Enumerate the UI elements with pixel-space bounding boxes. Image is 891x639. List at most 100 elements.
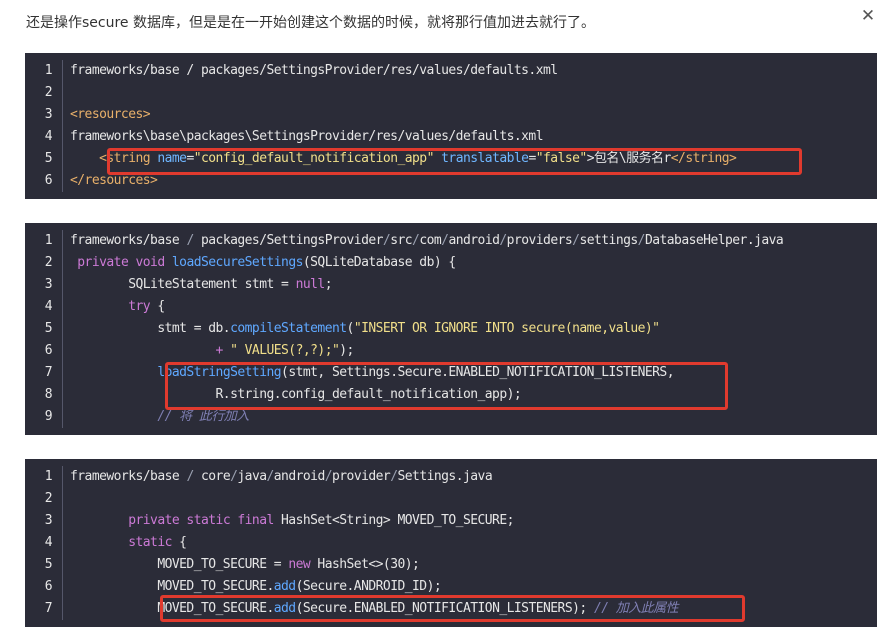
code-token: core <box>193 469 231 484</box>
code-line: 5 MOVED_TO_SECURE = new HashSet<>(30); <box>25 554 877 576</box>
code-token: / <box>637 233 646 248</box>
code-token: new <box>288 557 318 572</box>
code-token: (Secure.ANDROID_ID); <box>295 579 442 594</box>
code-token: compileStatement <box>230 321 347 336</box>
code-token: android <box>448 233 500 248</box>
code-line: 4 try { <box>25 296 877 318</box>
code-token: frameworks/base <box>70 233 187 248</box>
line-number: 5 <box>25 554 63 576</box>
code-line: 5 stmt = db.compileStatement("INSERT OR … <box>25 318 877 340</box>
line-number: 7 <box>25 598 63 620</box>
code-token: frameworks/base / packages/SettingsProvi… <box>70 63 558 78</box>
code-line: 6 + " VALUES(?,?);"); <box>25 340 877 362</box>
code-token: add <box>273 579 296 594</box>
line-number: 5 <box>25 148 63 170</box>
code-token: android <box>273 469 325 484</box>
code-token: / <box>266 469 275 484</box>
line-number: 4 <box>25 296 63 318</box>
intro-text: 还是操作secure 数据库，但是是在一开始创建这个数据的时候，就将那行值加进去… <box>26 15 595 31</box>
code-token: HashSet<>(30); <box>317 557 420 572</box>
line-number: 3 <box>25 510 63 532</box>
line-number: 1 <box>25 466 63 488</box>
code-token: MOVED_TO_SECURE. <box>70 579 274 594</box>
code-token: try <box>128 299 151 314</box>
line-number: 2 <box>25 82 63 104</box>
close-icon[interactable]: ✕ <box>859 7 877 25</box>
code-token: <resources> <box>70 107 151 122</box>
code-block-settings-java: 1 frameworks/base / core/java/android/pro… <box>25 459 877 627</box>
code-token: packages/SettingsProvider <box>193 233 383 248</box>
code-token: { <box>150 299 165 314</box>
code-token: { <box>171 535 187 550</box>
line-number: 2 <box>25 252 63 274</box>
code-token: settings <box>579 233 638 248</box>
code-token: "INSERT OR IGNORE INTO secure(name,value… <box>353 321 660 336</box>
code-line: 1 frameworks/base / packages/SettingsProv… <box>25 60 877 82</box>
code-token: src <box>390 233 413 248</box>
code-token: com <box>419 233 442 248</box>
code-token: / <box>186 233 194 248</box>
line-number: 1 <box>25 230 63 252</box>
code-block-defaults-xml: 1 frameworks/base / packages/SettingsProv… <box>25 53 877 199</box>
line-number: 6 <box>25 170 63 192</box>
code-token: frameworks/base <box>70 469 187 484</box>
code-token: MOVED_TO_SECURE = <box>70 557 289 572</box>
code-token: / <box>390 469 398 484</box>
code-line: 4 static { <box>25 532 877 554</box>
code-token: provider <box>332 469 391 484</box>
code-line: 1 frameworks/base / packages/SettingsProv… <box>25 230 877 252</box>
line-number: 3 <box>25 104 63 126</box>
line-number: 8 <box>25 384 63 406</box>
code-token: Settings.java <box>397 469 493 484</box>
line-number: 6 <box>25 340 63 362</box>
code-token: (SQLiteDatabase db) { <box>302 255 456 270</box>
code-token: </resources> <box>70 173 158 188</box>
code-token: java <box>237 469 267 484</box>
highlight-box <box>165 362 728 410</box>
line-number: 6 <box>25 576 63 598</box>
line-number: 4 <box>25 126 63 148</box>
code-token: static <box>128 535 172 550</box>
code-token: / <box>499 233 507 248</box>
code-line: 2 <box>25 82 877 104</box>
code-token: private static final <box>128 513 282 528</box>
line-number: 9 <box>25 406 63 428</box>
line-number: 3 <box>25 274 63 296</box>
code-line: 3 <resources> <box>25 104 877 126</box>
code-line: 4 frameworks\base\packages\SettingsProvid… <box>25 126 877 148</box>
highlight-box <box>107 148 802 175</box>
code-token: ( <box>346 321 355 336</box>
code-line: 3 SQLiteStatement stmt = null; <box>25 274 877 296</box>
code-block-database-helper: 1 frameworks/base / packages/SettingsProv… <box>25 223 877 435</box>
code-token: HashSet<String> MOVED_TO_SECURE; <box>281 513 514 528</box>
line-number: 4 <box>25 532 63 554</box>
code-token: null <box>295 277 326 292</box>
highlight-box <box>160 595 745 622</box>
code-token: SQLiteStatement stmt = <box>70 277 296 292</box>
code-line: 3 private static final HashSet<String> M… <box>25 510 877 532</box>
line-number: 2 <box>25 488 63 510</box>
code-token: / <box>186 469 194 484</box>
code-token: ); <box>339 343 354 358</box>
code-token: " VALUES(?,?);" <box>230 343 340 358</box>
code-token: // 将 此行加入 <box>157 409 249 424</box>
code-token: ; <box>324 277 333 292</box>
code-line: 2 <box>25 488 877 510</box>
code-token: frameworks\base\packages\SettingsProvide… <box>70 129 544 144</box>
code-token: stmt = db. <box>70 321 231 336</box>
code-line: 1 frameworks/base / core/java/android/pro… <box>25 466 877 488</box>
code-token: providers <box>506 233 573 248</box>
code-token: private void <box>77 255 172 270</box>
line-number: 1 <box>25 60 63 82</box>
code-token: + <box>70 343 231 358</box>
code-token: DatabaseHelper.java <box>644 233 784 248</box>
code-token: loadSecureSettings <box>171 255 304 270</box>
code-line: 2 private void loadSecureSettings(SQLite… <box>25 252 877 274</box>
line-number: 7 <box>25 362 63 384</box>
